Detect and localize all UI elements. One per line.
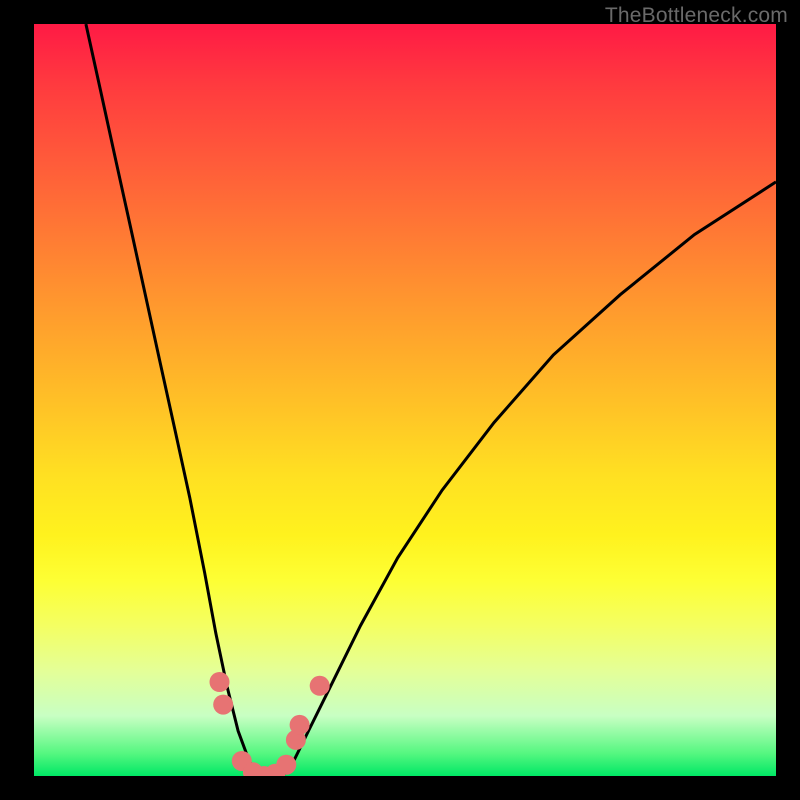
marker <box>276 755 296 775</box>
right-curve <box>283 182 776 776</box>
marker <box>210 672 230 692</box>
left-curve <box>86 24 259 776</box>
marker <box>213 695 233 715</box>
plot-area <box>34 24 776 776</box>
marker <box>290 715 310 735</box>
marker <box>310 676 330 696</box>
watermark-text: TheBottleneck.com <box>605 4 788 28</box>
chart-frame: TheBottleneck.com <box>0 0 800 800</box>
chart-svg <box>34 24 776 776</box>
